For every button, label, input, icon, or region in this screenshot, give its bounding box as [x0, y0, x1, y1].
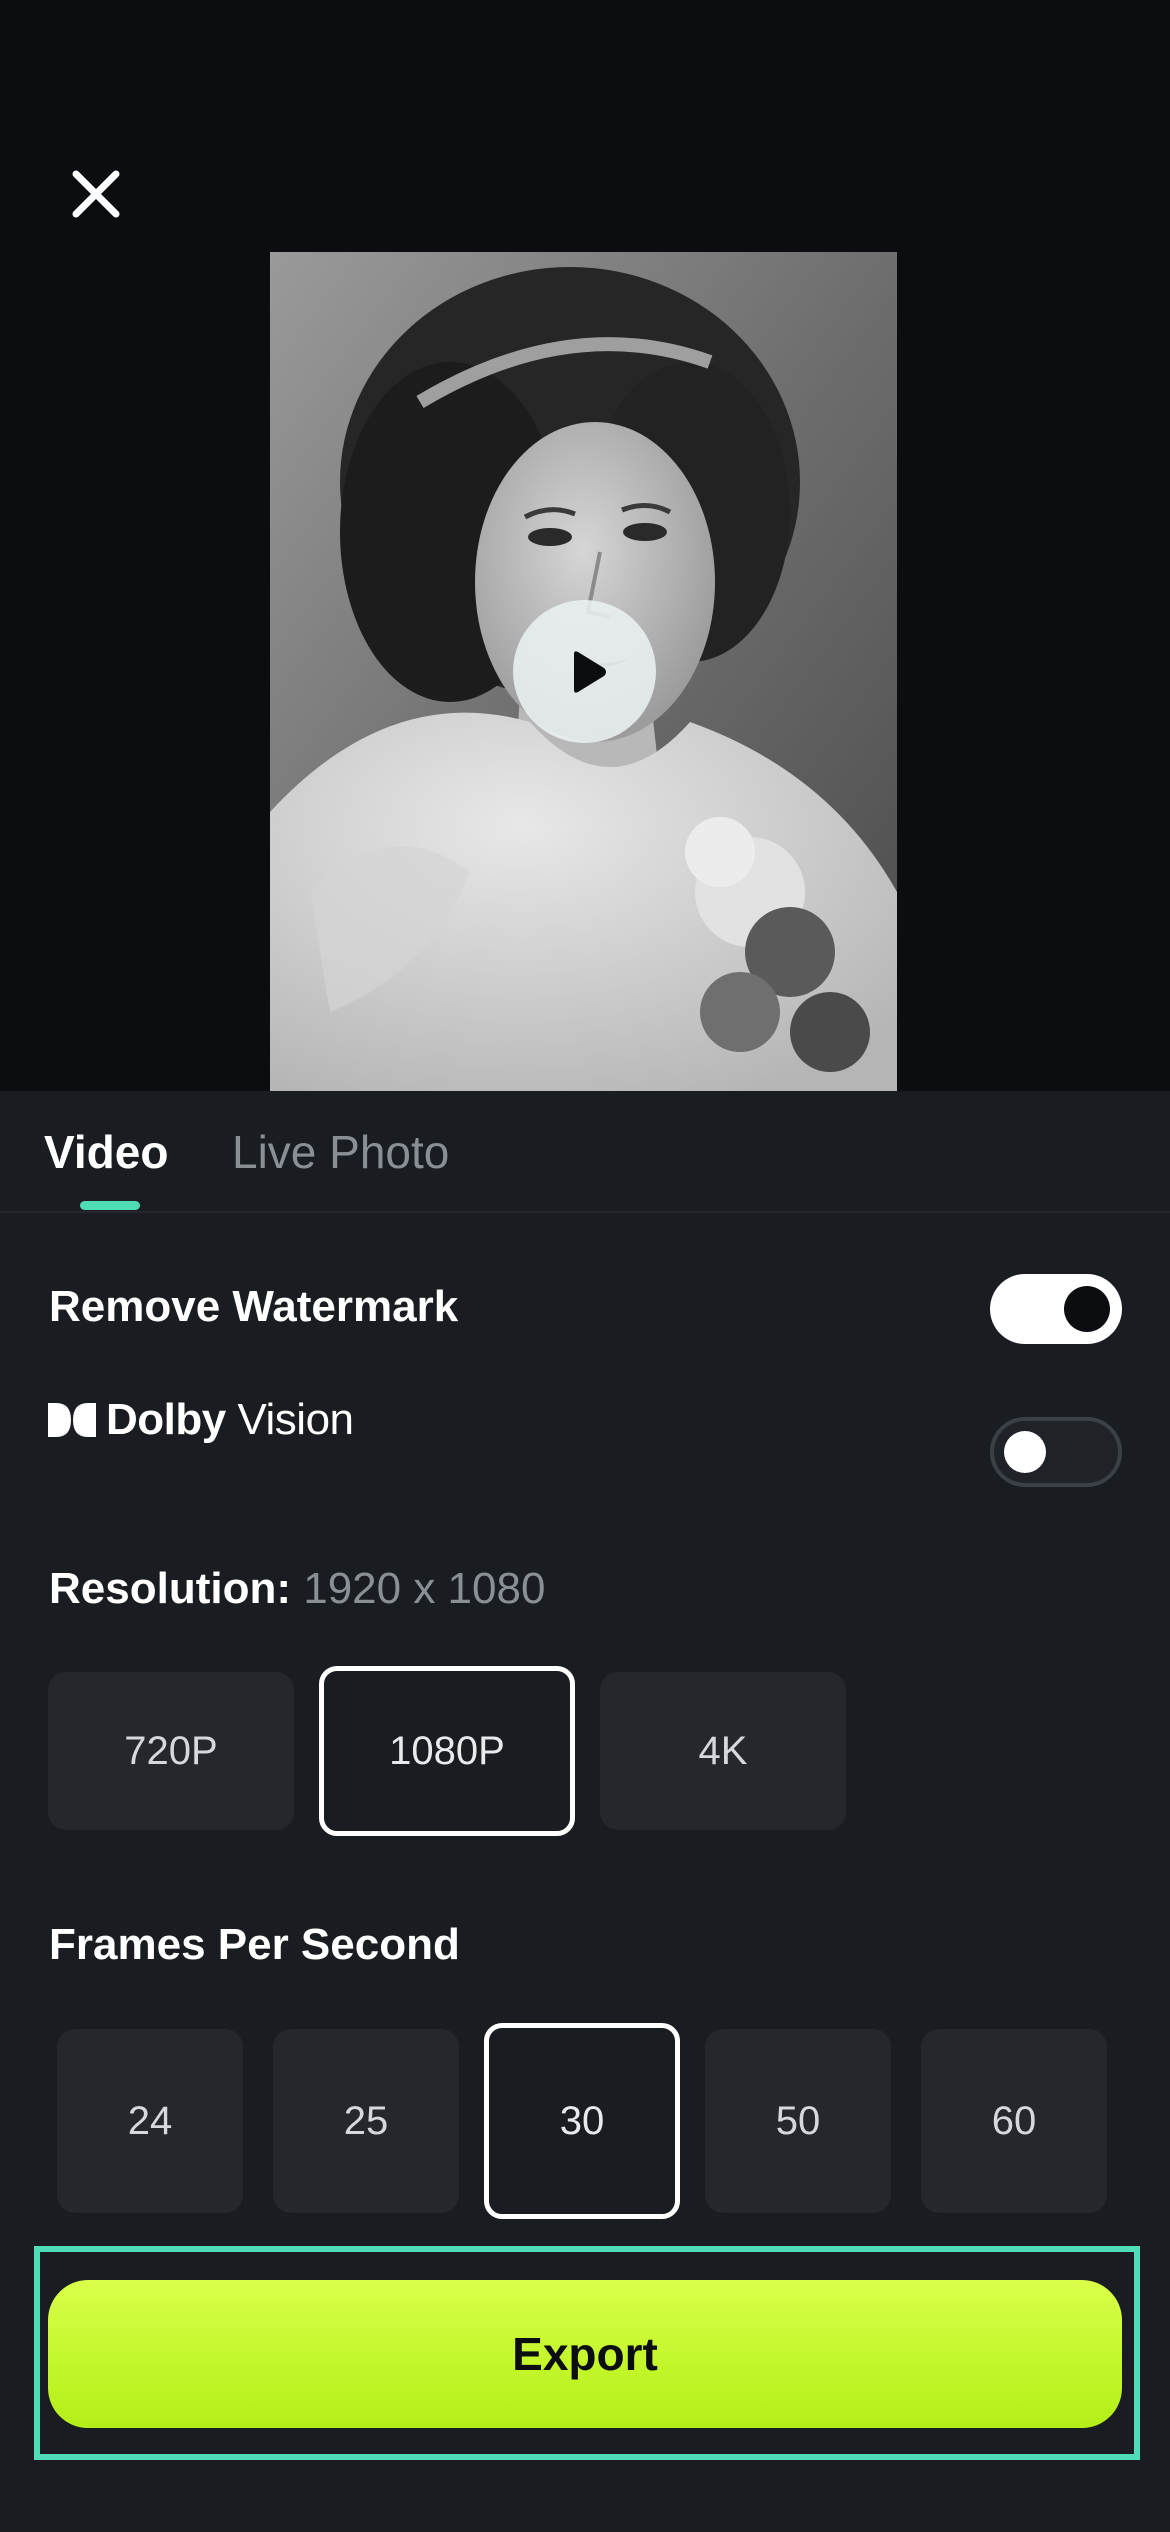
tab-live-photo[interactable]: Live Photo — [232, 1125, 449, 1179]
fps-option-24[interactable]: 24 — [57, 2029, 243, 2213]
resolution-heading: Resolution: 1920 x 1080 — [49, 1564, 545, 1614]
play-icon — [573, 650, 606, 693]
close-button[interactable] — [58, 156, 134, 232]
resolution-option-720p[interactable]: 720P — [48, 1672, 294, 1830]
dolby-vision-text: Dolby Vision — [106, 1395, 354, 1445]
dolby-vision-toggle[interactable] — [990, 1417, 1122, 1487]
play-button[interactable] — [513, 600, 656, 743]
resolution-label: Resolution: — [49, 1564, 291, 1613]
resolution-value: 1920 x 1080 — [303, 1564, 546, 1613]
toggle-knob — [1064, 1286, 1110, 1332]
resolution-option-4k[interactable]: 4K — [600, 1672, 846, 1830]
dolby-double-d-icon — [48, 1403, 96, 1437]
preview-area — [0, 0, 1170, 1091]
toggle-knob — [1004, 1431, 1046, 1473]
tab-video[interactable]: Video — [44, 1125, 168, 1179]
fps-option-30[interactable]: 30 — [484, 2023, 680, 2219]
remove-watermark-toggle[interactable] — [990, 1274, 1122, 1344]
fps-option-50[interactable]: 50 — [705, 2029, 891, 2213]
fps-heading: Frames Per Second — [49, 1920, 460, 1969]
dolby-vision-logo: Dolby Vision — [48, 1390, 354, 1450]
dolby-product: Vision — [237, 1395, 354, 1444]
export-button[interactable]: Export — [48, 2280, 1122, 2428]
remove-watermark-label: Remove Watermark — [49, 1282, 459, 1331]
dolby-brand: Dolby — [106, 1395, 226, 1444]
export-screen: Video Live Photo Remove Watermark Dolby … — [0, 0, 1170, 2532]
fps-option-60[interactable]: 60 — [921, 2029, 1107, 2213]
close-icon — [72, 170, 120, 218]
fps-option-25[interactable]: 25 — [273, 2029, 459, 2213]
resolution-option-1080p[interactable]: 1080P — [319, 1666, 575, 1836]
format-tabs: Video Live Photo — [0, 1091, 1170, 1213]
active-tab-indicator — [80, 1201, 140, 1210]
